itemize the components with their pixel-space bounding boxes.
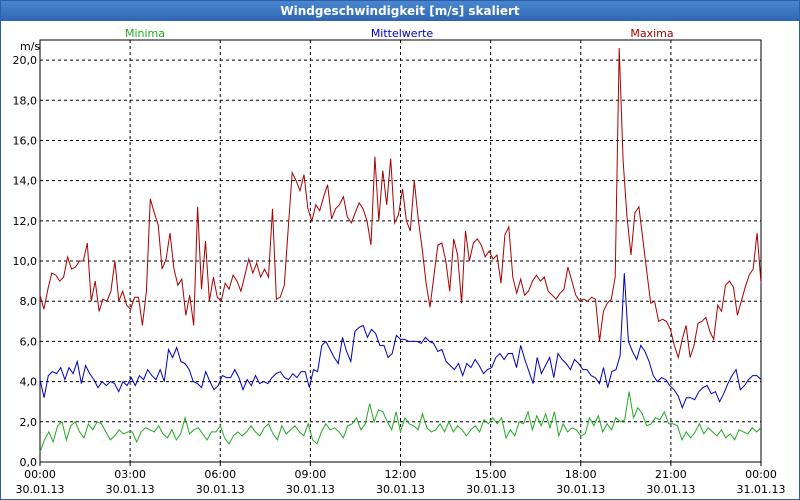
x-tick-time: 00:00 [24,468,56,481]
x-tick-date: 30.01.13 [466,483,515,496]
x-tick-date: 31.01.13 [737,483,786,496]
x-tick-date: 30.01.13 [196,483,245,496]
legend-maxima: Maxima [630,27,673,40]
y-tick-label: 6,0 [20,335,38,348]
x-tick-time: 09:00 [295,468,327,481]
y-tick-label: 12,0 [13,215,38,228]
x-tick-time: 15:00 [475,468,507,481]
x-tick-time: 06:00 [204,468,236,481]
y-tick-label: 8,0 [20,295,38,308]
x-tick-time: 21:00 [655,468,687,481]
y-tick-label: 4,0 [20,376,38,389]
y-tick-label: 14,0 [13,175,38,188]
wind-speed-chart: 0,02,04,06,08,010,012,014,016,018,020,0m… [13,27,786,496]
x-tick-date: 30.01.13 [106,483,155,496]
y-tick-label: 16,0 [13,134,38,147]
x-tick-time: 18:00 [565,468,597,481]
x-tick-date: 30.01.13 [16,483,65,496]
window-title: Windgeschwindigkeit [m/s] skaliert [1,1,799,21]
y-tick-label: 10,0 [13,255,38,268]
x-tick-date: 30.01.13 [286,483,335,496]
legend-minima: Minima [125,27,165,40]
y-tick-label: 18,0 [13,94,38,107]
x-tick-time: 00:00 [745,468,777,481]
x-tick-time: 03:00 [114,468,146,481]
x-tick-date: 30.01.13 [556,483,605,496]
y-tick-label: 20,0 [13,54,38,67]
legend-mittelwerte: Mittelwerte [371,27,434,40]
y-tick-label: 2,0 [20,416,38,429]
y-axis-label: m/s [20,40,40,53]
x-tick-date: 30.01.13 [376,483,425,496]
x-tick-time: 12:00 [385,468,417,481]
x-tick-date: 30.01.13 [646,483,695,496]
